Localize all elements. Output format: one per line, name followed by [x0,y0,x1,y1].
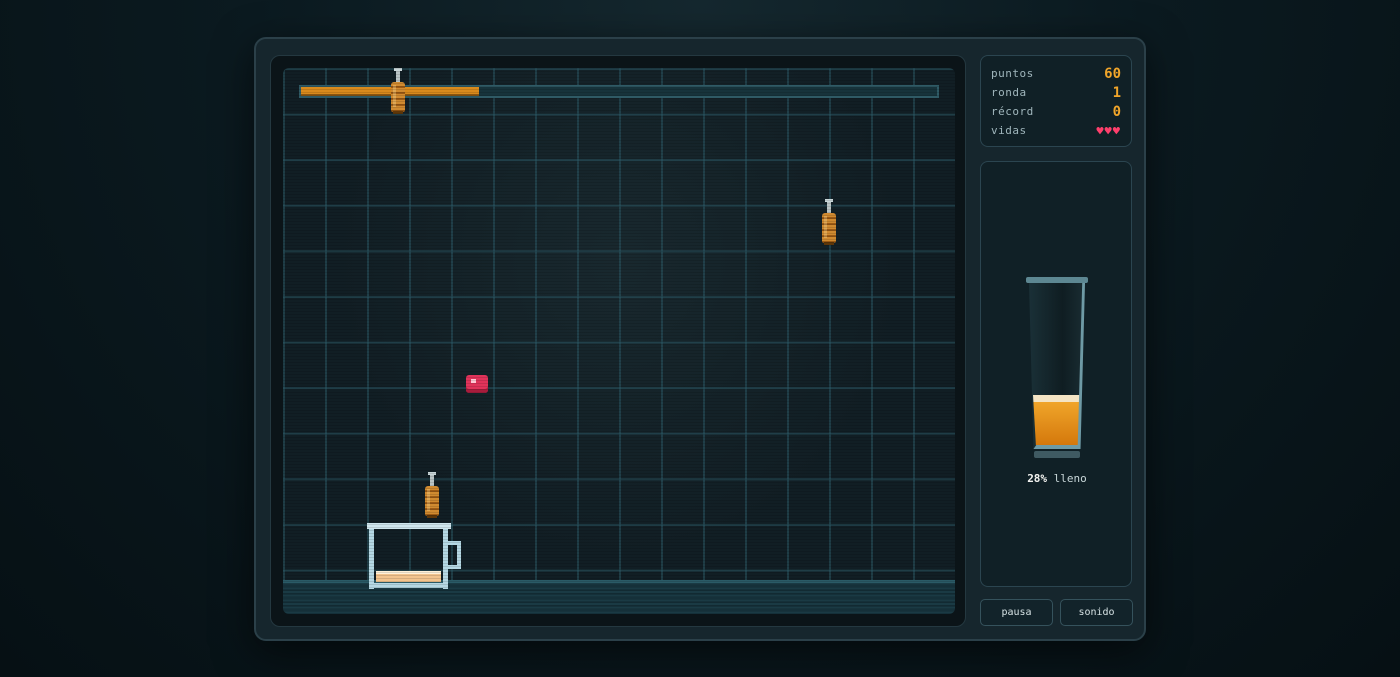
score-panel: puntos 60 ronda 1 récord 0 vidas ♥♥♥ [980,55,1132,147]
game-screen[interactable] [283,68,955,614]
beer-glass-icon [1026,277,1088,461]
sound-button[interactable]: sonido [1060,599,1133,626]
record-value: 0 [1112,103,1121,120]
record-row: récord 0 [991,102,1121,121]
falling-bottle [822,199,836,245]
glass-fill [1033,395,1081,445]
background-grid [283,68,955,580]
points-value: 60 [1104,65,1121,82]
dispenser-bottle [391,68,405,114]
lives-label: vidas [991,124,1027,137]
lives-hearts-icon: ♥♥♥ [1096,123,1121,138]
screen-bezel [270,55,966,627]
falling-bottle [425,472,439,518]
fill-suffix: lleno [1047,472,1087,485]
fill-status: 28% lleno [981,472,1133,485]
points-row: puntos 60 [991,64,1121,83]
lives-row: vidas ♥♥♥ [991,121,1121,140]
record-label: récord [991,105,1034,118]
heart-pickup [466,375,488,393]
points-label: puntos [991,67,1034,80]
mug-liquid [376,571,441,582]
player-mug[interactable] [367,523,463,589]
round-label: ronda [991,86,1027,99]
glass-panel: 28% lleno [980,161,1132,587]
round-row: ronda 1 [991,83,1121,102]
pause-button[interactable]: pausa [980,599,1053,626]
fill-percent: 28% [1027,472,1048,485]
round-value: 1 [1112,84,1121,101]
game-cabinet: puntos 60 ronda 1 récord 0 vidas ♥♥♥ 28%… [254,37,1146,641]
